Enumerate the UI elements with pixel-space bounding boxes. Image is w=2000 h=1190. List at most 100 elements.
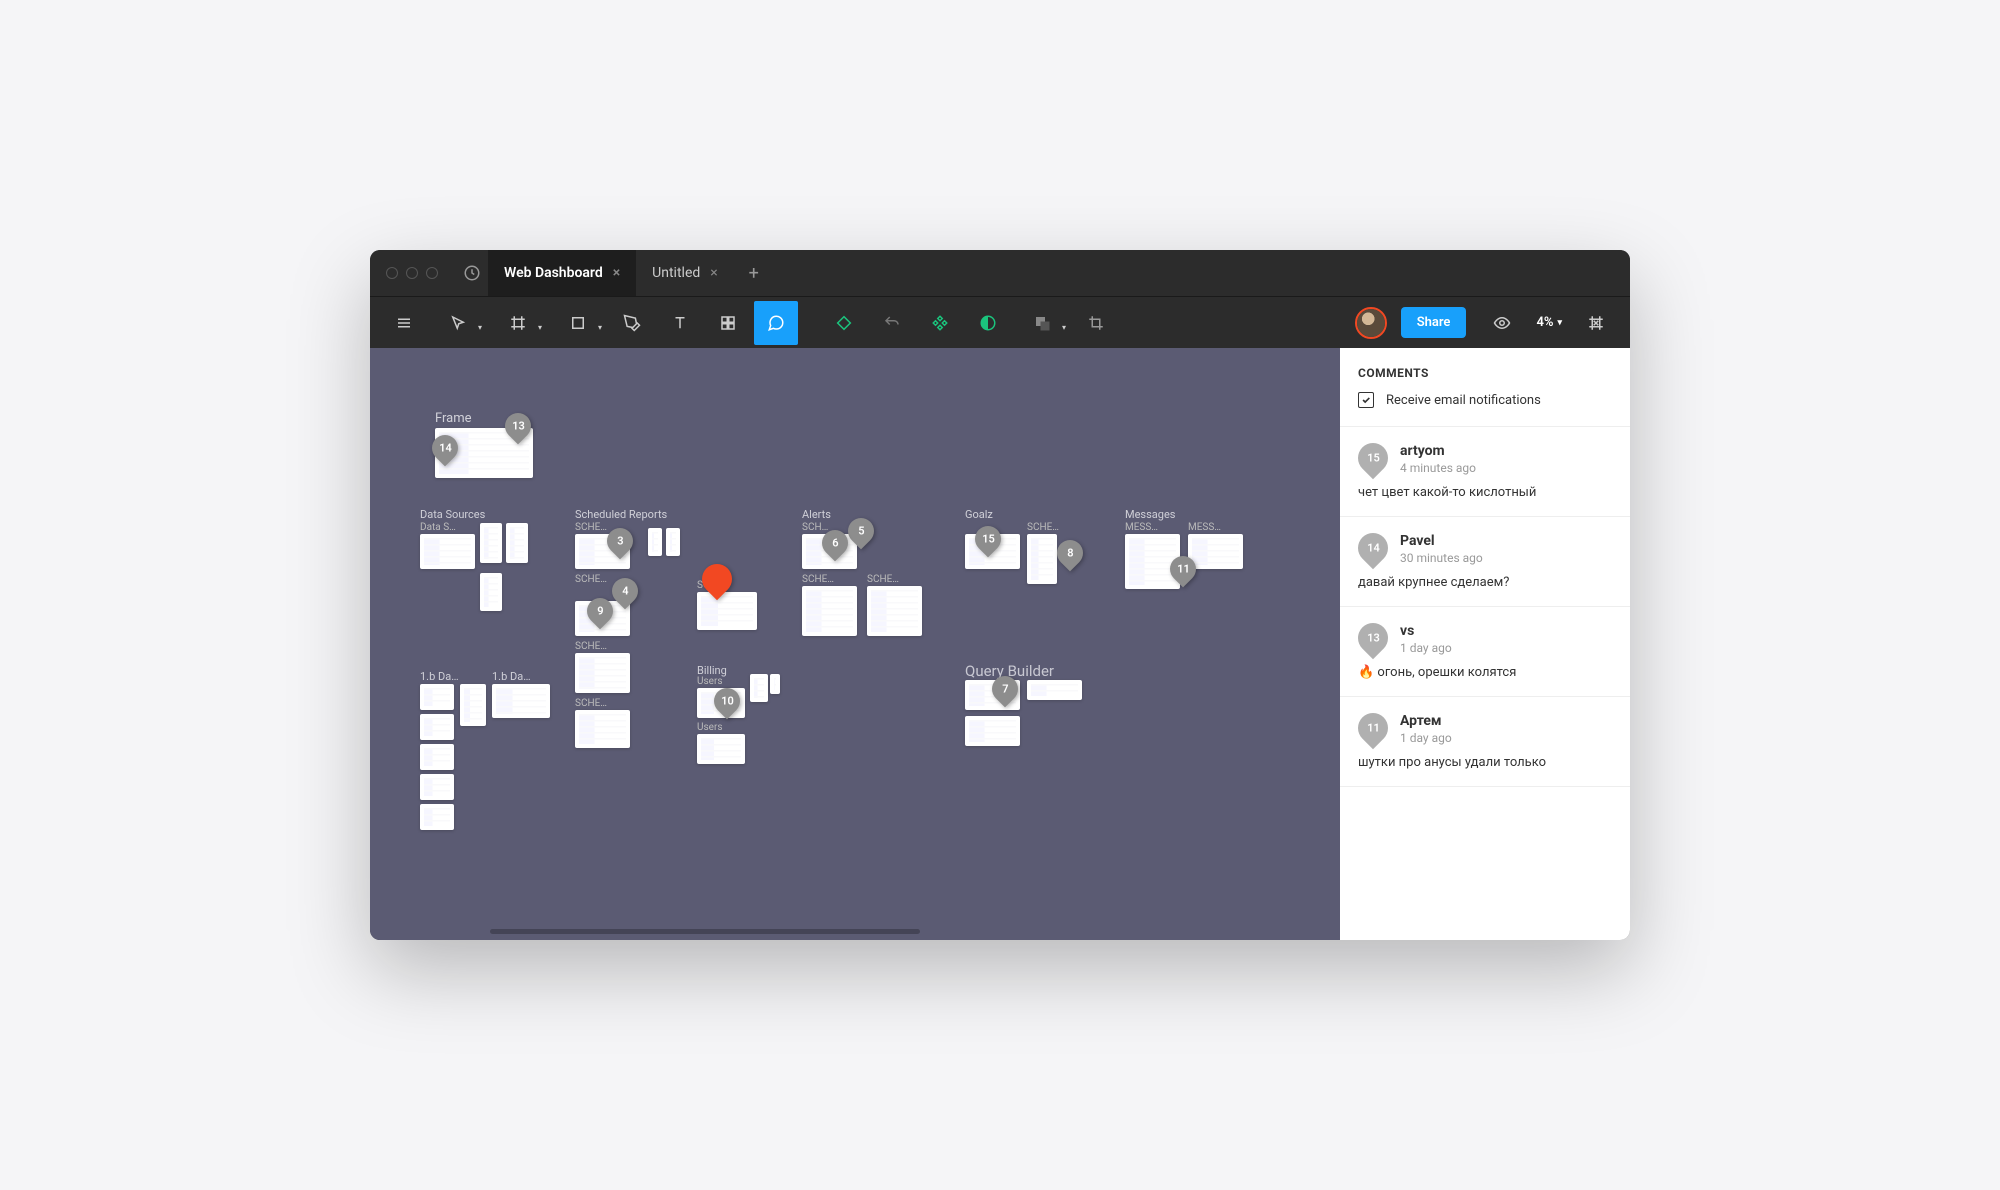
comment-item[interactable]: 15 artyom 4 minutes ago чет цвет какой-т… [1340, 427, 1630, 517]
zoom-value: 4% [1536, 315, 1553, 330]
app-window: Web Dashboard × Untitled × + ▾ ▾ ▾ [370, 250, 1630, 940]
canvas-frame[interactable] [1188, 534, 1243, 569]
grid-icon [719, 314, 737, 332]
close-icon[interactable]: × [710, 265, 717, 281]
maximize-window-button[interactable] [426, 267, 438, 279]
frame-tool[interactable]: ▾ [490, 301, 546, 345]
canvas-frame[interactable] [575, 653, 630, 693]
canvas-frame[interactable] [697, 592, 757, 630]
thumb-label: Data S… [420, 522, 470, 533]
chevron-down-icon: ▾ [478, 323, 482, 332]
comment-body: шутки про анусы удали только [1358, 755, 1612, 770]
comments-panel-title: COMMENTS [1340, 348, 1630, 392]
menu-button[interactable] [382, 301, 426, 345]
tab-label: Untitled [652, 265, 700, 281]
thumb-label: SCHE… [867, 574, 899, 585]
thumb-label: SCH… [802, 522, 828, 533]
comment-item[interactable]: 13 vs 1 day ago 🔥 огонь, орешки колятся [1340, 607, 1630, 697]
canvas-frame[interactable] [770, 674, 780, 694]
half-moon-icon [979, 314, 997, 332]
canvas-frame[interactable] [506, 523, 528, 563]
share-button[interactable]: Share [1401, 307, 1467, 338]
document-tabs: Web Dashboard × Untitled × + [488, 250, 774, 296]
thumb-label: 1.b Da… [420, 670, 459, 683]
component-instance-tool[interactable] [822, 301, 866, 345]
pen-icon [623, 314, 641, 332]
group-label-alerts: Alerts [802, 508, 831, 521]
canvas-frame[interactable] [420, 744, 454, 770]
eye-icon [1493, 314, 1511, 332]
canvas-frame[interactable] [420, 774, 454, 800]
tab-web-dashboard[interactable]: Web Dashboard × [488, 250, 636, 296]
canvas[interactable]: Frame 13 14 Data Sources Data S… 1.b Da…… [370, 348, 1340, 940]
boolean-icon [1033, 314, 1051, 332]
check-icon [1361, 395, 1371, 405]
create-component-button[interactable] [918, 301, 962, 345]
canvas-frame[interactable] [480, 573, 502, 611]
canvas-frame[interactable] [420, 684, 454, 710]
minimize-window-button[interactable] [406, 267, 418, 279]
comment-body: давай крупнее сделаем? [1358, 575, 1612, 590]
zoom-control[interactable]: 4% ▾ [1528, 315, 1570, 330]
shape-tool[interactable]: ▾ [550, 301, 606, 345]
canvas-frame[interactable] [648, 528, 662, 556]
chevron-down-icon: ▾ [538, 323, 542, 332]
canvas-frame[interactable] [1027, 534, 1057, 584]
chevron-down-icon: ▾ [598, 323, 602, 332]
traffic-lights [370, 267, 456, 279]
new-tab-button[interactable]: + [734, 250, 774, 296]
text-icon [671, 314, 689, 332]
canvas-frame[interactable] [492, 684, 550, 718]
user-avatar[interactable] [1355, 307, 1387, 339]
chevron-down-icon: ▾ [1557, 318, 1562, 328]
tab-untitled[interactable]: Untitled × [636, 250, 734, 296]
canvas-frame[interactable] [460, 684, 486, 726]
group-label-scheduled-reports: Scheduled Reports [575, 508, 667, 521]
email-notifications-checkbox[interactable] [1358, 392, 1374, 408]
canvas-frame[interactable] [420, 714, 454, 740]
instance-icon [835, 314, 853, 332]
canvas-frame[interactable] [420, 804, 454, 830]
canvas-frame[interactable] [750, 674, 768, 702]
canvas-frame[interactable] [867, 586, 922, 636]
comment-item[interactable]: 11 Артем 1 day ago шутки про анусы удали… [1340, 697, 1630, 787]
canvas-frame[interactable] [697, 734, 745, 764]
thumb-label: 1.b Da… [492, 670, 531, 683]
canvas-frame[interactable] [666, 528, 680, 556]
group-label-messages: Messages [1125, 508, 1175, 521]
comment-time: 1 day ago [1400, 731, 1452, 745]
comment-icon [767, 314, 785, 332]
titlebar: Web Dashboard × Untitled × + [370, 250, 1630, 296]
thumb-label: MESS… [1125, 522, 1158, 533]
thumb-label: Users [697, 676, 723, 687]
history-button[interactable] [456, 257, 488, 289]
canvas-frame[interactable] [802, 586, 857, 636]
zoom-fit-button[interactable] [1574, 301, 1618, 345]
canvas-frame[interactable] [480, 523, 502, 563]
crop-tool[interactable] [1074, 301, 1118, 345]
canvas-frame[interactable] [965, 716, 1020, 746]
undo-button[interactable] [870, 301, 914, 345]
comment-pin-icon: 11 [1352, 707, 1394, 749]
diamond-cluster-icon [931, 314, 949, 332]
comment-item[interactable]: 14 Pavel 30 minutes ago давай крупнее сд… [1340, 517, 1630, 607]
comment-tool[interactable] [754, 301, 798, 345]
comment-time: 4 minutes ago [1400, 461, 1476, 475]
thumb-label: Users [697, 722, 723, 733]
text-tool[interactable] [658, 301, 702, 345]
boolean-ops-button[interactable]: ▾ [1014, 301, 1070, 345]
close-window-button[interactable] [386, 267, 398, 279]
tab-label: Web Dashboard [504, 265, 603, 281]
group-label-goalz: Goalz [965, 508, 993, 521]
present-button[interactable] [1480, 301, 1524, 345]
pen-tool[interactable] [610, 301, 654, 345]
comment-pin-8[interactable]: 8 [1052, 535, 1089, 572]
canvas-scrollbar-horizontal[interactable] [490, 929, 920, 934]
mask-button[interactable] [966, 301, 1010, 345]
canvas-frame[interactable] [575, 710, 630, 748]
close-icon[interactable]: × [613, 265, 620, 281]
components-tool[interactable] [706, 301, 750, 345]
canvas-frame[interactable] [420, 534, 475, 569]
move-tool[interactable]: ▾ [430, 301, 486, 345]
canvas-frame[interactable] [1027, 680, 1082, 700]
